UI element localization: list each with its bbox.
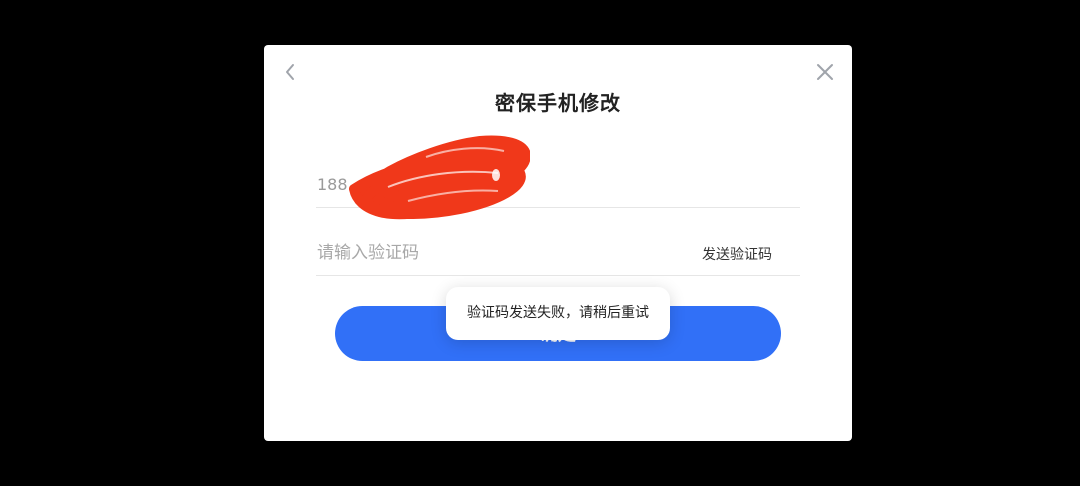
dialog-title: 密保手机修改: [495, 91, 621, 115]
redaction-scribble: [349, 135, 530, 220]
change-security-phone-dialog: 密保手机修改 188 发送验证码 确定: [264, 45, 852, 441]
close-icon: [817, 64, 833, 80]
verification-code-input[interactable]: [316, 237, 677, 269]
chevron-left-icon: [286, 64, 294, 80]
screen-backdrop: 密保手机修改 188 发送验证码 确定 验证码发送失败，请稍后重试: [0, 0, 1080, 486]
send-code-button[interactable]: 发送验证码: [702, 244, 772, 264]
close-button[interactable]: [814, 61, 836, 83]
phone-number-value: 188: [317, 175, 348, 194]
back-button[interactable]: [280, 61, 302, 83]
verification-code-field: 发送验证码: [316, 231, 800, 276]
error-toast: 验证码发送失败，请稍后重试: [446, 287, 670, 340]
